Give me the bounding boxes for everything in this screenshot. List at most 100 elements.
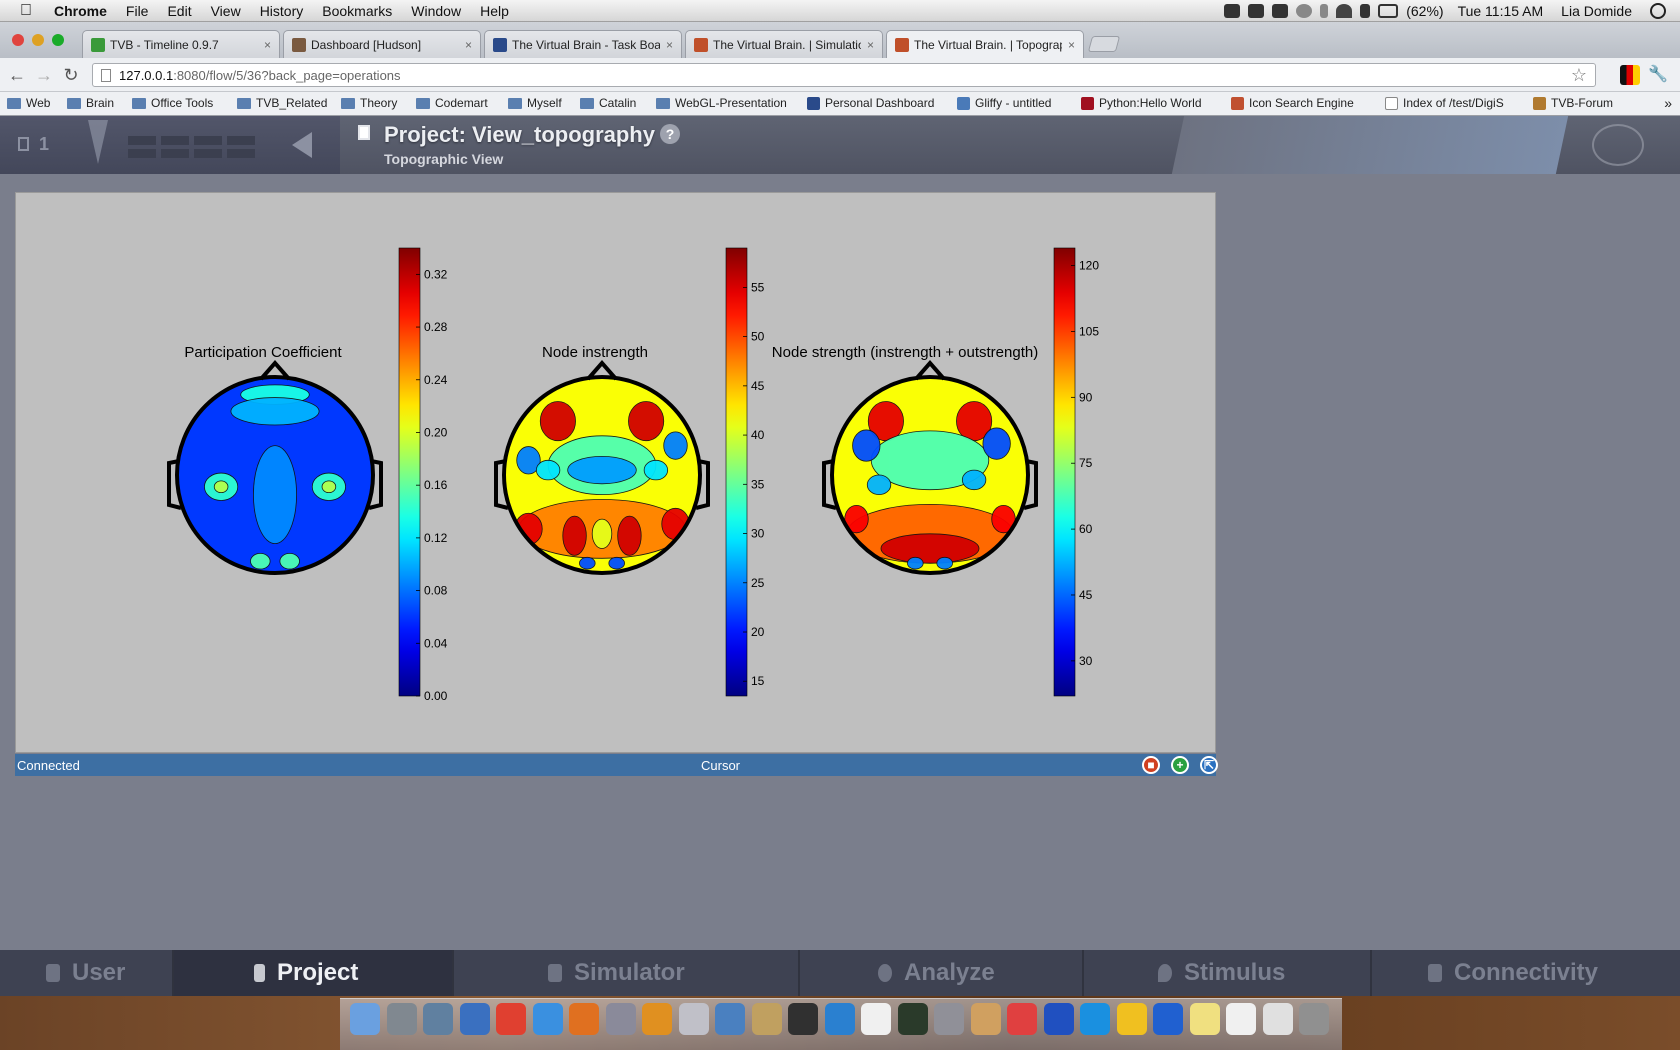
dock-app-icon[interactable] [897,1003,928,1035]
dock-app-icon[interactable] [715,1003,745,1035]
dock-app-icon[interactable] [642,1003,672,1035]
bookmark-folder[interactable]: WebGL-Presentation [656,96,787,110]
bookmark-folder[interactable]: Office Tools [132,96,213,110]
dock-app-icon[interactable] [1189,1003,1220,1035]
dock-app-icon[interactable] [1116,1003,1147,1035]
user-name[interactable]: Lia Domide [1561,3,1632,19]
grid-icon[interactable] [161,149,189,158]
bookmark-link[interactable]: Index of /test/DigiS [1385,96,1504,110]
dock-app-icon[interactable] [1007,1003,1037,1035]
bookmark-star-icon[interactable]: ☆ [1571,65,1587,86]
dock-app-icon[interactable] [788,1003,818,1035]
grid-icon[interactable] [161,136,189,145]
bookmark-folder[interactable]: Codemart [416,96,488,110]
dock-app-icon[interactable] [1226,1003,1256,1035]
volume-icon[interactable] [1360,4,1371,18]
bluetooth-icon[interactable] [1320,4,1329,18]
close-tab-icon[interactable]: × [465,38,472,52]
dock-app-icon[interactable] [459,1003,490,1035]
dock-app-icon[interactable] [861,1003,891,1035]
more-bookmarks-icon[interactable]: » [1664,95,1672,111]
bookmark-folder[interactable]: Myself [508,96,562,110]
wrench-icon[interactable]: 🔧 [1648,65,1668,85]
menu-file[interactable]: File [126,3,149,19]
tab-simulator[interactable]: The Virtual Brain. | Simulatio × [685,30,883,58]
bookmark-folder[interactable]: Web [7,96,50,110]
project-number[interactable]: 1 [18,134,49,155]
menu-view[interactable]: View [211,3,241,19]
close-tab-icon[interactable]: × [867,38,874,52]
clock[interactable]: Tue 11:15 AM [1458,3,1544,19]
brain-logo-icon[interactable] [1592,124,1644,166]
back-arrow-icon[interactable] [292,132,312,158]
nav-user[interactable]: User [46,950,170,996]
tab-timeline[interactable]: TVB - Timeline 0.9.7 × [82,30,280,58]
dropbox-icon[interactable] [1248,4,1265,18]
dock-app-icon[interactable] [386,1003,417,1035]
menu-history[interactable]: History [260,3,304,19]
grid-icon[interactable] [227,149,255,158]
dock-app-icon[interactable] [824,1003,855,1035]
apple-icon[interactable]:  [20,2,38,19]
drive-icon[interactable] [1224,4,1241,18]
dock-app-icon[interactable] [934,1003,964,1035]
zoom-in-icon[interactable]: + [1171,756,1189,774]
dock-app-icon[interactable] [678,1003,709,1035]
close-tab-icon[interactable]: × [1068,38,1075,52]
save-figure-icon[interactable]: ■ [1142,756,1160,774]
grid-icon[interactable] [128,149,156,158]
bookmark-link[interactable]: Gliffy - untitled [957,96,1051,110]
dock-app-icon[interactable] [751,1003,782,1035]
menu-bookmarks[interactable]: Bookmarks [322,3,392,19]
grid-icon[interactable] [227,136,255,145]
bookmark-link[interactable]: Python:Hello World [1081,96,1202,110]
extension-icon[interactable] [1620,65,1640,85]
menu-app[interactable]: Chrome [54,3,107,19]
nav-stimulus[interactable]: Stimulus [1158,950,1358,996]
close-window-icon[interactable] [12,34,24,46]
dropdown-chevron-icon[interactable] [88,120,108,164]
close-tab-icon[interactable]: × [666,38,673,52]
menu-help[interactable]: Help [480,3,509,19]
grid-icon[interactable] [194,136,222,145]
new-tab-button[interactable] [1087,36,1121,52]
dock-app-icon[interactable] [496,1003,526,1035]
grid-icon[interactable] [194,149,222,158]
grid-icon[interactable] [128,136,156,145]
forward-icon[interactable]: → [33,64,55,86]
dock-app-icon[interactable] [970,1003,1001,1035]
nav-project[interactable]: Project [174,950,452,996]
dock-app-icon[interactable] [1153,1003,1183,1035]
tab-task-board[interactable]: The Virtual Brain - Task Boar × [484,30,682,58]
back-icon[interactable]: ← [6,64,28,86]
dock-app-icon[interactable] [532,1003,563,1035]
bookmark-folder[interactable]: Catalin [580,96,636,110]
bookmark-folder[interactable]: TVB_Related [237,96,327,110]
battery-icon[interactable] [1378,4,1399,18]
bookmark-folder[interactable]: Theory [341,96,397,110]
dock-app-icon[interactable] [1080,1003,1110,1035]
bookmark-folder[interactable]: Brain [67,96,114,110]
zoom-window-icon[interactable] [52,34,64,46]
evernote-icon[interactable] [1272,4,1289,18]
nav-analyze[interactable]: Analyze [878,950,1078,996]
fullscreen-icon[interactable]: ⇱ [1200,756,1218,774]
topography-figure[interactable]: Participation Coefficient 0.00 0.04 0.08 0.1… [16,193,1217,754]
dock-app-icon[interactable] [1043,1003,1074,1035]
close-tab-icon[interactable]: × [264,38,271,52]
bookmark-link[interactable]: Icon Search Engine [1231,96,1354,110]
nav-connectivity[interactable]: Connectivity [1428,950,1668,996]
dock-app-icon[interactable] [350,1003,380,1035]
dock-app-icon[interactable] [569,1003,599,1035]
dock-app-icon[interactable] [1262,1003,1293,1035]
nav-simulator[interactable]: Simulator [548,950,798,996]
reload-icon[interactable]: ↻ [60,64,82,86]
spotlight-icon[interactable] [1650,3,1666,19]
tab-topography[interactable]: The Virtual Brain. | Topograp × [886,30,1084,58]
menu-window[interactable]: Window [411,3,461,19]
dock-app-icon[interactable] [1299,1003,1329,1035]
address-bar[interactable]: 127.0.0.1 :8080/flow/5/36?back_page=oper… [92,63,1596,87]
tab-dashboard[interactable]: Dashboard [Hudson] × [283,30,481,58]
dock-app-icon[interactable] [605,1003,636,1035]
wifi-icon[interactable] [1336,4,1353,18]
